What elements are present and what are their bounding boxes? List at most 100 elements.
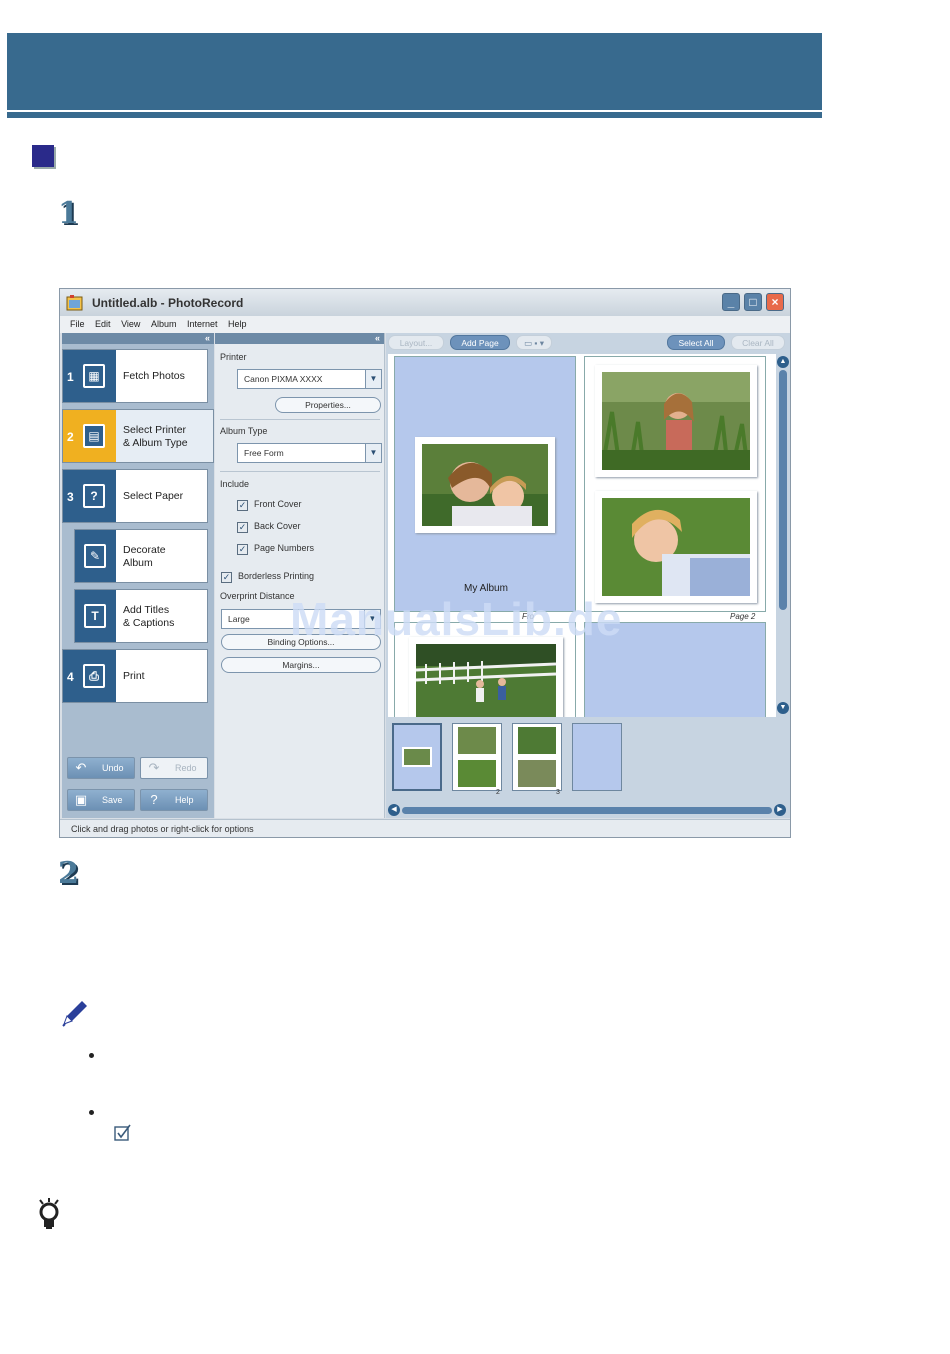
- thumbnail-cover[interactable]: [392, 723, 442, 791]
- step-fetch-photos[interactable]: 1 ▦ Fetch Photos: [62, 349, 208, 403]
- status-bar: Click and drag photos or right-click for…: [60, 819, 790, 837]
- album-type-value: Free Form: [244, 448, 284, 458]
- photo-image: [602, 498, 750, 596]
- horizontal-scroll-thumb[interactable]: [402, 807, 772, 814]
- back-cover-checkbox[interactable]: ✓ Back Cover: [237, 521, 301, 533]
- album-type-label: Album Type: [220, 426, 268, 436]
- step-label: Select Paper: [123, 490, 184, 502]
- save-label: Save: [102, 795, 123, 805]
- album-type-select[interactable]: Free Form ▼: [237, 443, 382, 463]
- redo-button[interactable]: ↷ Redo: [140, 757, 208, 779]
- step-icon-box: T: [75, 590, 116, 642]
- thumbnail-photo: [518, 727, 556, 754]
- section-square-icon: [32, 145, 54, 167]
- paper-icon: ?: [83, 484, 105, 508]
- steps-collapse-button[interactable]: «: [62, 333, 214, 344]
- overprint-distance-label: Overprint Distance: [220, 591, 295, 601]
- step-add-titles[interactable]: T Add Titles & Captions: [74, 589, 208, 643]
- chevron-down-icon: ▼: [365, 370, 381, 388]
- title-bar: Untitled.alb - PhotoRecord _ □ ×: [60, 289, 790, 316]
- print-icon: ⎙: [83, 664, 105, 688]
- save-button[interactable]: ▣ Save: [67, 789, 135, 811]
- close-button[interactable]: ×: [766, 293, 784, 311]
- help-button[interactable]: ? Help: [140, 789, 208, 811]
- page2-photo-top[interactable]: [595, 365, 757, 477]
- album-canvas[interactable]: My Album Fro Page 2: [388, 354, 776, 717]
- undo-button[interactable]: ↶ Undo: [67, 757, 135, 779]
- thumbnail-page-number: 2: [496, 789, 500, 796]
- divider: [220, 471, 380, 472]
- divider: [220, 419, 380, 420]
- scroll-right-icon[interactable]: ▶: [774, 804, 786, 816]
- step-number: 3: [67, 490, 74, 504]
- borderless-printing-label: Borderless Printing: [238, 571, 315, 581]
- step-number: 2: [67, 430, 74, 444]
- checkbox-checked-icon: [114, 1124, 131, 1141]
- minimize-button[interactable]: _: [722, 293, 740, 311]
- printer-select[interactable]: Canon PIXMA XXXX ▼: [237, 369, 382, 389]
- vertical-scroll-thumb[interactable]: [779, 370, 787, 610]
- page2-photo-bottom[interactable]: [595, 491, 757, 603]
- thumbnail-page-4[interactable]: [572, 723, 622, 791]
- menu-help[interactable]: Help: [224, 316, 251, 329]
- album-area: Layout... Add Page ▭ ▪ ▾ Select All Clea…: [386, 333, 790, 818]
- step-label: Fetch Photos: [123, 370, 185, 382]
- step-icon-box: 2 ▤: [63, 410, 116, 462]
- page-numbers-checkbox[interactable]: ✓ Page Numbers: [237, 543, 314, 555]
- redo-icon: ↷: [148, 760, 160, 775]
- album-cover-page[interactable]: My Album: [394, 356, 576, 612]
- smiling-girl-photo: [602, 498, 750, 596]
- menu-internet[interactable]: Internet: [183, 316, 222, 329]
- scroll-down-icon[interactable]: ▼: [777, 702, 789, 714]
- select-all-button[interactable]: Select All: [667, 335, 725, 350]
- margins-button[interactable]: Margins...: [221, 657, 381, 673]
- settings-collapse-button[interactable]: «: [215, 333, 384, 344]
- scroll-up-icon[interactable]: ▲: [777, 356, 789, 368]
- vertical-scrollbar[interactable]: ▲ ▼: [776, 354, 790, 717]
- thumbnail-page-3[interactable]: [512, 723, 562, 791]
- scroll-left-icon[interactable]: ◀: [388, 804, 400, 816]
- photo-image: [416, 644, 556, 717]
- add-page-button[interactable]: Add Page: [450, 335, 510, 350]
- step-number: 4: [67, 670, 74, 684]
- maximize-button[interactable]: □: [744, 293, 762, 311]
- step-print[interactable]: 4 ⎙ Print: [62, 649, 208, 703]
- thumbnail-page-number: 3: [556, 789, 560, 796]
- menu-file[interactable]: File: [66, 316, 89, 329]
- step-number: 1: [67, 370, 74, 384]
- thumbnail-page-2[interactable]: [452, 723, 502, 791]
- page3-photo[interactable]: [409, 637, 563, 717]
- photorecord-app-icon: [66, 295, 83, 311]
- menu-album[interactable]: Album: [147, 316, 181, 329]
- step-label: Decorate Album: [123, 544, 166, 569]
- pencil-note-icon: [62, 1001, 87, 1027]
- girl-in-grass-photo: [602, 372, 750, 470]
- album-page-2[interactable]: [584, 356, 766, 612]
- view-toggle-button[interactable]: ▭ ▪ ▾: [516, 335, 552, 350]
- steps-panel: « 1 ▦ Fetch Photos 2 ▤ Select Printer & …: [62, 333, 214, 818]
- thumbnail-photo: [458, 760, 496, 787]
- checkbox-checked-icon: ✓: [237, 544, 248, 555]
- step-select-printer[interactable]: 2 ▤ Select Printer & Album Type: [62, 409, 214, 463]
- header-rule: [7, 112, 822, 118]
- horizontal-scrollbar[interactable]: ◀ ▶: [388, 804, 788, 816]
- chevron-down-icon: ▼: [365, 444, 381, 462]
- front-cover-label: Front Cover: [254, 499, 302, 509]
- menu-edit[interactable]: Edit: [91, 316, 115, 329]
- clear-all-button[interactable]: Clear All: [731, 335, 785, 350]
- page-2-label: Page 2: [730, 612, 756, 621]
- two-girls-photo: [422, 444, 548, 526]
- menu-view[interactable]: View: [117, 316, 144, 329]
- overprint-value: Large: [228, 614, 250, 624]
- step-decorate-album[interactable]: ✎ Decorate Album: [74, 529, 208, 583]
- printer-value: Canon PIXMA XXXX: [244, 374, 323, 384]
- cover-photo[interactable]: [415, 437, 555, 533]
- properties-button[interactable]: Properties...: [275, 397, 381, 413]
- step-select-paper[interactable]: 3 ? Select Paper: [62, 469, 208, 523]
- watermark: ManualsLib.de: [290, 593, 623, 645]
- layout-button[interactable]: Layout...: [388, 335, 444, 350]
- undo-label: Undo: [102, 763, 124, 773]
- borderless-printing-checkbox[interactable]: ✓ Borderless Printing: [221, 571, 314, 583]
- lightbulb-hint-icon: [39, 1198, 59, 1229]
- front-cover-checkbox[interactable]: ✓ Front Cover: [237, 499, 302, 511]
